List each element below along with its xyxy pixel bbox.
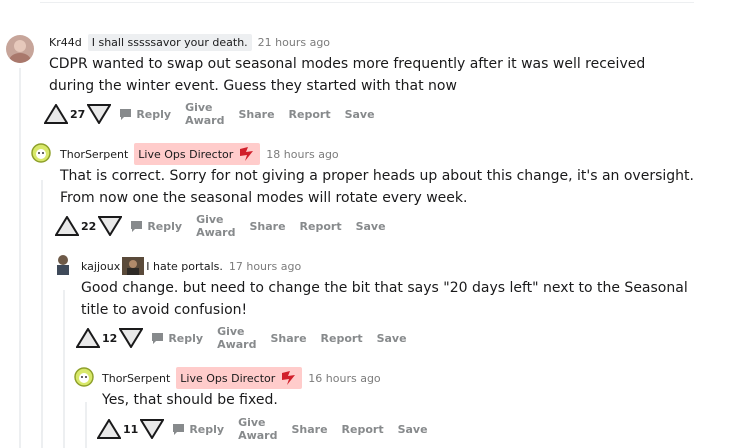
comment-meta: kajjoux I hate portals. 17 hours ago [81,255,301,277]
report-button[interactable]: Report [300,220,342,233]
reply-icon [120,108,132,120]
upvote-icon[interactable] [55,216,79,236]
save-button[interactable]: Save [345,108,375,121]
vote-control: 11 [97,419,165,439]
timestamp-link[interactable]: 21 hours ago [258,36,330,49]
vote-control: 22 [55,216,123,236]
avatar[interactable] [31,143,51,163]
reply-button[interactable]: Reply [172,423,224,436]
thread-line-4[interactable] [85,402,87,448]
staff-flair: Live Ops Director [176,367,303,389]
downvote-icon[interactable] [119,328,144,348]
avatar[interactable] [74,367,94,387]
avatar[interactable] [53,253,73,275]
snoo-avatar-icon [31,143,51,163]
reply-icon [173,423,185,435]
vote-control: 27 [44,104,112,124]
author-link[interactable]: ThorSerpent [102,372,170,385]
reply-label: Reply [189,422,225,436]
vote-count: 11 [123,422,139,436]
vote-count: 12 [102,331,118,345]
comment-body: Good change. but need to change the bit … [81,280,688,318]
top-divider [40,0,694,3]
give-award-button[interactable]: Give Award [238,416,277,442]
snoo-avatar-icon [74,367,94,387]
comment-meta: Kr44d I shall sssssavor your death. 21 h… [49,31,330,53]
downvote-icon[interactable] [140,419,165,439]
flair-text: Live Ops Director [180,371,276,385]
timestamp-link[interactable]: 17 hours ago [229,260,301,273]
give-award-button[interactable]: Give Award [217,325,256,351]
upvote-icon[interactable] [44,104,68,124]
user-flair: I shall sssssavor your death. [87,33,252,51]
share-button[interactable]: Share [249,220,285,233]
reply-label: Reply [168,331,204,345]
reply-button[interactable]: Reply [130,220,182,233]
flair-text: Live Ops Director [138,147,234,161]
save-button[interactable]: Save [356,220,386,233]
thread-line-1[interactable] [19,68,21,448]
cdpr-logo-icon [282,371,296,385]
comment-body: CDPR wanted to swap out seasonal modes m… [49,56,646,94]
share-button[interactable]: Share [270,332,306,345]
vote-count: 22 [81,219,97,233]
save-button[interactable]: Save [377,332,407,345]
report-button[interactable]: Report [321,332,363,345]
cdpr-logo-icon [240,147,254,161]
reply-button[interactable]: Reply [151,332,203,345]
comment-actions: 27 Reply Give Award Share Report Save [44,101,389,127]
reply-button[interactable]: Reply [119,108,171,121]
vote-control: 12 [76,328,144,348]
vote-count: 27 [70,107,86,121]
thread-line-2[interactable] [41,180,43,448]
user-flair: I hate portals. [146,259,223,273]
thread-line-3[interactable] [63,290,65,448]
staff-flair: Live Ops Director [134,143,261,165]
reply-label: Reply [136,107,172,121]
author-link[interactable]: ThorSerpent [60,148,128,161]
user-avatar-icon [6,35,34,63]
upvote-icon[interactable] [76,328,100,348]
comment-actions: 22 Reply Give Award Share Report Save [55,213,400,239]
author-link[interactable]: kajjoux [81,260,120,273]
timestamp-link[interactable]: 16 hours ago [308,372,380,385]
share-button[interactable]: Share [291,423,327,436]
comment-body: Yes, that should be fixed. [102,392,278,408]
downvote-icon[interactable] [98,216,123,236]
give-award-button[interactable]: Give Award [185,101,224,127]
reply-icon [152,332,164,344]
reply-icon [131,220,143,232]
share-button[interactable]: Share [238,108,274,121]
comment-body: That is correct. Sorry for not giving a … [60,168,694,206]
downvote-icon[interactable] [87,104,112,124]
user-avatar-icon [53,253,73,275]
comment-actions: 11 Reply Give Award Share Report Save [97,416,442,442]
comment-actions: 12 Reply Give Award Share Report Save [76,325,421,351]
comment-meta: ThorSerpent Live Ops Director 18 hours a… [60,143,339,165]
give-award-button[interactable]: Give Award [196,213,235,239]
upvote-icon[interactable] [97,419,121,439]
reply-label: Reply [147,219,183,233]
author-link[interactable]: Kr44d [49,36,82,49]
avatar[interactable] [6,35,34,63]
save-button[interactable]: Save [398,423,428,436]
report-button[interactable]: Report [289,108,331,121]
flair-portrait-icon [122,257,145,275]
comment-meta: ThorSerpent Live Ops Director 16 hours a… [102,367,381,389]
report-button[interactable]: Report [342,423,384,436]
timestamp-link[interactable]: 18 hours ago [266,148,338,161]
